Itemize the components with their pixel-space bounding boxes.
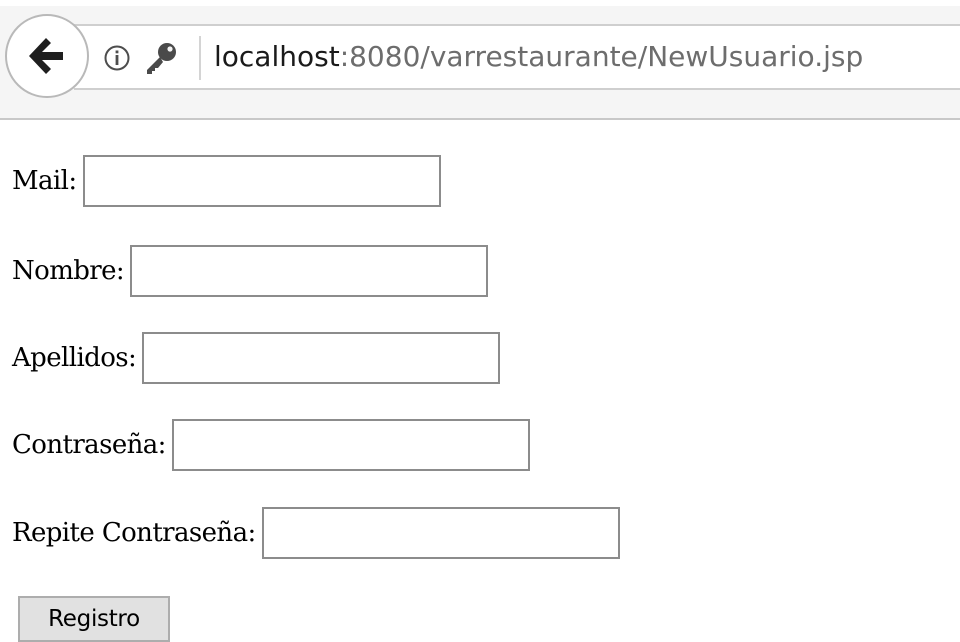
back-button[interactable] (5, 14, 89, 98)
nombre-input[interactable] (130, 245, 489, 297)
arrow-left-icon (29, 38, 63, 74)
nombre-row: Nombre: (12, 245, 489, 297)
mail-row: Mail: (12, 155, 441, 207)
info-icon[interactable] (104, 45, 130, 71)
mail-label: Mail: (12, 166, 77, 196)
mail-input[interactable] (82, 155, 441, 207)
repite-contrasena-label: Repite Contraseña: (12, 518, 256, 548)
apellidos-input[interactable] (142, 332, 501, 384)
url-path: :8080/varrestaurante/NewUsuario.jsp (339, 40, 864, 73)
key-icon[interactable] (143, 40, 179, 76)
apellidos-label: Apellidos: (12, 343, 137, 373)
contrasena-label: Contraseña: (12, 430, 166, 460)
nombre-label: Nombre: (12, 256, 125, 286)
repite-contrasena-input[interactable] (261, 507, 620, 559)
browser-toolbar: localhost:8080/varrestaurante/NewUsuario… (0, 0, 960, 120)
url-separator (199, 36, 201, 80)
repite-contrasena-row: Repite Contraseña: (12, 507, 620, 559)
toolbar-top-strip (0, 0, 960, 6)
url-text[interactable]: localhost:8080/varrestaurante/NewUsuario… (214, 39, 863, 75)
contrasena-input[interactable] (171, 419, 530, 471)
registro-button[interactable]: Registro (18, 596, 170, 642)
contrasena-row: Contraseña: (12, 419, 530, 471)
apellidos-row: Apellidos: (12, 332, 501, 384)
url-host: localhost (214, 40, 340, 73)
